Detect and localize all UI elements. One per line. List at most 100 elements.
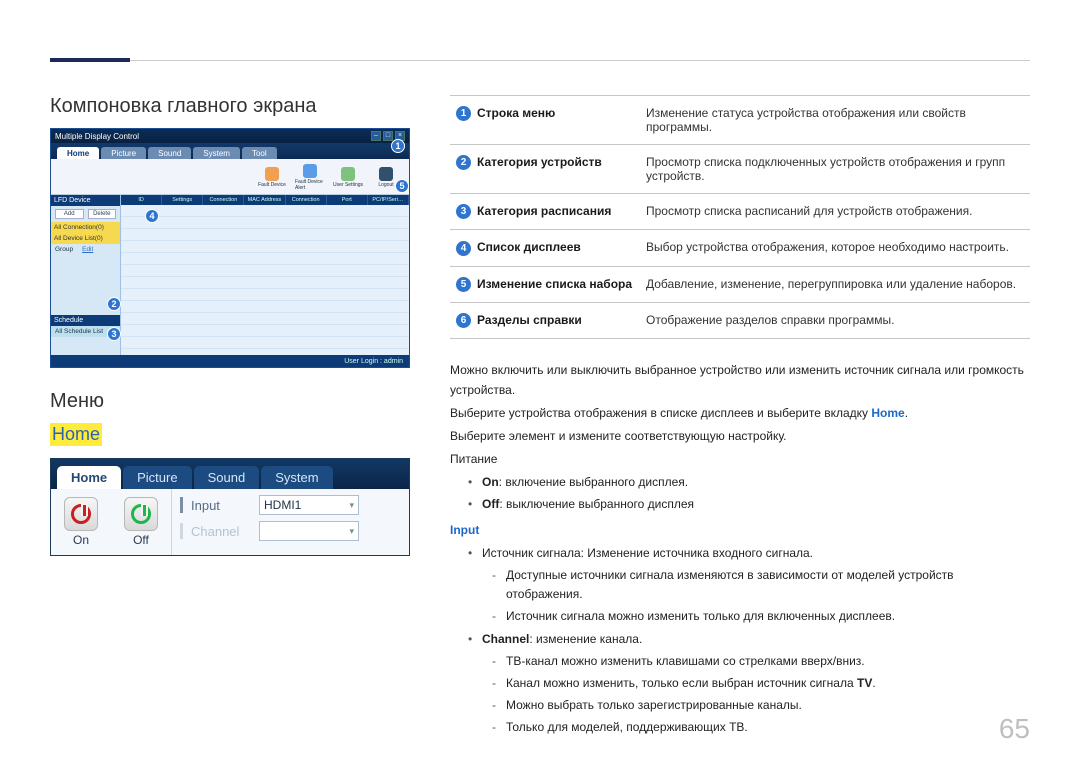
app-toolbar: Fault Device Fault Device Alert User Set… xyxy=(51,159,409,195)
app-screenshot: 1 6 5 4 2 3 Multiple Display Control – □… xyxy=(50,128,410,368)
list-item: Источник сигнала: Изменение источника вх… xyxy=(468,544,1030,627)
badge-4: 4 xyxy=(145,209,159,223)
app-menu-tabs: Home Picture Sound System Tool xyxy=(51,143,409,159)
home-tab-system[interactable]: System xyxy=(261,466,332,489)
legend-badge: 2 xyxy=(456,155,471,170)
menu-description: Можно включить или выключить выбранное у… xyxy=(450,361,1030,737)
keyword-on: On xyxy=(482,475,499,489)
keyword-home: Home xyxy=(871,406,904,420)
channel-select[interactable]: ▾ xyxy=(259,521,359,541)
legend-desc: Просмотр списка подключенных устройств о… xyxy=(640,145,1030,194)
legend-desc: Изменение статуса устройства отображения… xyxy=(640,96,1030,145)
list-item: Только для моделей, поддерживающих ТВ. xyxy=(492,718,1030,737)
list-item: ТВ-канал можно изменить клавишами со стр… xyxy=(492,652,1030,671)
divider-icon xyxy=(180,497,183,513)
input-select[interactable]: HDMI1 ▾ xyxy=(259,495,359,515)
sidebar-item-group[interactable]: Group Edit xyxy=(51,244,120,255)
list-item: Channel: изменение канала. ТВ-канал можн… xyxy=(468,630,1030,738)
badge-2: 2 xyxy=(107,297,121,311)
toolbar-fault-alert[interactable]: Fault Device Alert xyxy=(295,162,325,192)
para-power: Питание xyxy=(450,450,1030,469)
legend-desc: Выбор устройства отображения, которое не… xyxy=(640,230,1030,266)
toolbar-fault-device[interactable]: Fault Device xyxy=(257,162,287,192)
home-tabs: Home Picture Sound System xyxy=(51,459,409,489)
power-on-icon xyxy=(64,497,98,531)
sidebar-group-edit-link[interactable]: Edit xyxy=(82,246,93,253)
legend-desc: Добавление, изменение, перегруппировка и… xyxy=(640,266,1030,302)
table-row: 3 Категория расписания Просмотр списка ра… xyxy=(450,194,1030,230)
badge-6: 6 xyxy=(409,151,410,165)
tab-home[interactable]: Home xyxy=(57,147,99,159)
grid-header: ID Settings Connection Status MAC Addres… xyxy=(121,195,409,205)
legend-label: Строка меню xyxy=(477,106,555,120)
sidebar-section-lfd: LFD Device xyxy=(51,195,120,206)
channel-label: Channel xyxy=(191,524,251,539)
legend-badge: 6 xyxy=(456,313,471,328)
legend-badge: 5 xyxy=(456,277,471,292)
legend-badge: 3 xyxy=(456,204,471,219)
legend-table: 1 Строка меню Изменение статуса устройств… xyxy=(450,95,1030,339)
badge-5: 5 xyxy=(395,179,409,193)
chevron-down-icon: ▾ xyxy=(349,526,354,537)
app-titlebar: Multiple Display Control – □ × xyxy=(51,129,409,143)
window-min-icon[interactable]: – xyxy=(371,131,381,141)
device-grid: ID Settings Connection Status MAC Addres… xyxy=(121,195,409,355)
list-item: Off: выключение выбранного дисплея xyxy=(468,495,1030,514)
header-accent xyxy=(50,58,130,62)
keyword-off: Off xyxy=(482,497,499,511)
app-statusbar: User Login : admin xyxy=(51,355,409,367)
input-label: Input xyxy=(191,498,251,513)
power-off-button[interactable]: Off xyxy=(111,489,171,555)
para: Выберите устройства отображения в списке… xyxy=(450,404,1030,423)
table-row: 6 Разделы справки Отображение разделов сп… xyxy=(450,302,1030,338)
window-max-icon[interactable]: □ xyxy=(383,131,393,141)
table-row: 5 Изменение списка набора Добавление, изм… xyxy=(450,266,1030,302)
keyword-input: Input xyxy=(450,523,479,537)
legend-label: Категория устройств xyxy=(477,155,602,169)
para: Выберите элемент и измените соответствую… xyxy=(450,427,1030,446)
sidebar-delete-button[interactable]: Delete xyxy=(88,209,117,219)
home-tab-sound[interactable]: Sound xyxy=(194,466,260,489)
sidebar-item-all-connection[interactable]: All Connection(0) xyxy=(51,222,120,233)
legend-badge: 4 xyxy=(456,241,471,256)
table-row: 4 Список дисплеев Выбор устройства отобра… xyxy=(450,230,1030,266)
section-title-menu: Меню xyxy=(50,390,410,413)
table-row: 1 Строка меню Изменение статуса устройств… xyxy=(450,96,1030,145)
sidebar-item-all-devices[interactable]: All Device List(0) xyxy=(51,233,120,244)
sidebar-section-schedule: Schedule xyxy=(51,315,120,326)
keyword-channel: Channel xyxy=(482,632,529,646)
keyword-tv: TV xyxy=(857,676,872,690)
home-screenshot: Home Picture Sound System On Off xyxy=(50,458,410,556)
tab-picture[interactable]: Picture xyxy=(101,147,146,159)
legend-label: Разделы справки xyxy=(477,313,582,327)
chevron-down-icon: ▾ xyxy=(349,500,354,511)
divider-icon xyxy=(180,523,183,539)
home-tab-home[interactable]: Home xyxy=(57,466,121,489)
list-item: Можно выбрать только зарегистрированные … xyxy=(492,696,1030,715)
table-row: 2 Категория устройств Просмотр списка под… xyxy=(450,145,1030,194)
tab-tool[interactable]: Tool xyxy=(242,147,277,159)
legend-desc: Просмотр списка расписаний для устройств… xyxy=(640,194,1030,230)
legend-label: Изменение списка набора xyxy=(477,277,632,291)
badge-3: 3 xyxy=(107,327,121,341)
sidebar-add-button[interactable]: Add xyxy=(55,209,84,219)
legend-label: Список дисплеев xyxy=(477,240,581,254)
header-rule xyxy=(50,60,1030,61)
legend-label: Категория расписания xyxy=(477,204,611,218)
list-item: Источник сигнала можно изменить только д… xyxy=(492,607,1030,626)
tab-system[interactable]: System xyxy=(193,147,240,159)
list-item: On: включение выбранного дисплея. xyxy=(468,473,1030,492)
toolbar-user-settings[interactable]: User Settings xyxy=(333,162,363,192)
badge-1: 1 xyxy=(391,139,405,153)
subsection-home: Home xyxy=(50,423,102,446)
para: Можно включить или выключить выбранное у… xyxy=(450,361,1030,399)
power-off-icon xyxy=(124,497,158,531)
home-tab-picture[interactable]: Picture xyxy=(123,466,191,489)
list-item: Канал можно изменить, только если выбран… xyxy=(492,674,1030,693)
section-title-layout: Компоновка главного экрана xyxy=(50,95,410,118)
legend-badge: 1 xyxy=(456,106,471,121)
page-number: 65 xyxy=(999,713,1030,745)
tab-sound[interactable]: Sound xyxy=(148,147,191,159)
legend-desc: Отображение разделов справки программы. xyxy=(640,302,1030,338)
power-on-button[interactable]: On xyxy=(51,489,111,555)
